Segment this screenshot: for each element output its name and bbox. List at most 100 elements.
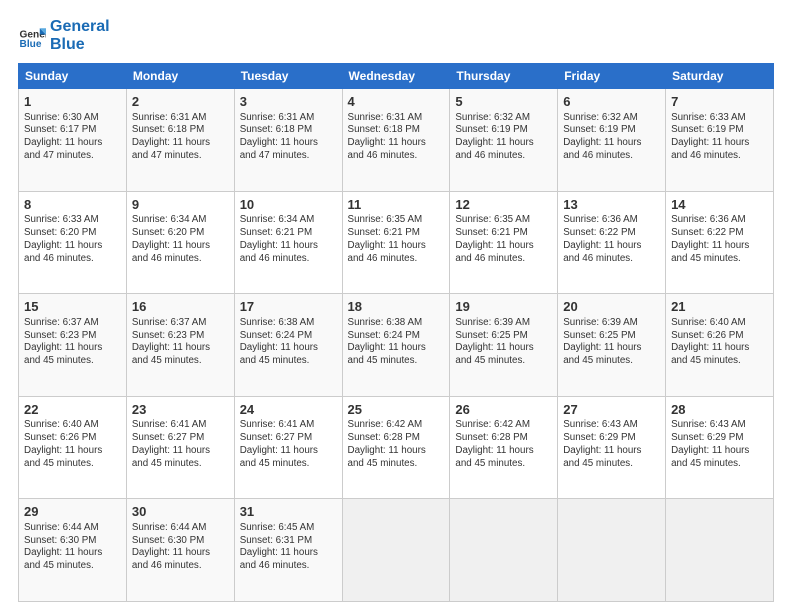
week-row-2: 8Sunrise: 6:33 AMSunset: 6:20 PMDaylight… [19,191,774,294]
day-info: Sunrise: 6:30 AMSunset: 6:17 PMDaylight:… [24,112,121,163]
header-cell-tuesday: Tuesday [234,64,342,89]
day-cell-11: 11Sunrise: 6:35 AMSunset: 6:21 PMDayligh… [342,191,450,294]
day-cell-31: 31Sunrise: 6:45 AMSunset: 6:31 PMDayligh… [234,499,342,602]
calendar-table: SundayMondayTuesdayWednesdayThursdayFrid… [18,63,774,602]
day-cell-6: 6Sunrise: 6:32 AMSunset: 6:19 PMDaylight… [558,89,666,192]
page-container: General Blue GeneralBlue SundayMondayTue… [0,0,792,612]
day-cell-2: 2Sunrise: 6:31 AMSunset: 6:18 PMDaylight… [126,89,234,192]
day-cell-26: 26Sunrise: 6:42 AMSunset: 6:28 PMDayligh… [450,396,558,499]
day-number: 28 [671,401,768,419]
calendar-header: SundayMondayTuesdayWednesdayThursdayFrid… [19,64,774,89]
day-number: 16 [132,298,229,316]
day-info: Sunrise: 6:45 AMSunset: 6:31 PMDaylight:… [240,522,337,573]
day-number: 22 [24,401,121,419]
day-cell-24: 24Sunrise: 6:41 AMSunset: 6:27 PMDayligh… [234,396,342,499]
calendar-body: 1Sunrise: 6:30 AMSunset: 6:17 PMDaylight… [19,89,774,602]
header: General Blue GeneralBlue [18,18,774,53]
empty-cell [666,499,774,602]
day-cell-15: 15Sunrise: 6:37 AMSunset: 6:23 PMDayligh… [19,294,127,397]
day-number: 1 [24,93,121,111]
day-number: 11 [348,196,445,214]
day-info: Sunrise: 6:39 AMSunset: 6:25 PMDaylight:… [455,317,552,368]
day-number: 26 [455,401,552,419]
day-info: Sunrise: 6:36 AMSunset: 6:22 PMDaylight:… [671,214,768,265]
day-info: Sunrise: 6:43 AMSunset: 6:29 PMDaylight:… [671,419,768,470]
day-cell-10: 10Sunrise: 6:34 AMSunset: 6:21 PMDayligh… [234,191,342,294]
day-cell-21: 21Sunrise: 6:40 AMSunset: 6:26 PMDayligh… [666,294,774,397]
day-number: 4 [348,93,445,111]
day-number: 29 [24,503,121,521]
day-number: 8 [24,196,121,214]
day-info: Sunrise: 6:34 AMSunset: 6:21 PMDaylight:… [240,214,337,265]
day-cell-20: 20Sunrise: 6:39 AMSunset: 6:25 PMDayligh… [558,294,666,397]
header-cell-thursday: Thursday [450,64,558,89]
day-info: Sunrise: 6:43 AMSunset: 6:29 PMDaylight:… [563,419,660,470]
day-number: 12 [455,196,552,214]
day-number: 21 [671,298,768,316]
day-cell-23: 23Sunrise: 6:41 AMSunset: 6:27 PMDayligh… [126,396,234,499]
day-cell-5: 5Sunrise: 6:32 AMSunset: 6:19 PMDaylight… [450,89,558,192]
logo-text: GeneralBlue [50,18,110,53]
header-cell-saturday: Saturday [666,64,774,89]
week-row-4: 22Sunrise: 6:40 AMSunset: 6:26 PMDayligh… [19,396,774,499]
header-cell-monday: Monday [126,64,234,89]
logo: General Blue GeneralBlue [18,18,110,53]
day-number: 13 [563,196,660,214]
day-number: 31 [240,503,337,521]
day-number: 24 [240,401,337,419]
empty-cell [558,499,666,602]
day-info: Sunrise: 6:31 AMSunset: 6:18 PMDaylight:… [240,112,337,163]
day-info: Sunrise: 6:36 AMSunset: 6:22 PMDaylight:… [563,214,660,265]
day-info: Sunrise: 6:35 AMSunset: 6:21 PMDaylight:… [455,214,552,265]
day-cell-30: 30Sunrise: 6:44 AMSunset: 6:30 PMDayligh… [126,499,234,602]
day-info: Sunrise: 6:33 AMSunset: 6:20 PMDaylight:… [24,214,121,265]
header-cell-sunday: Sunday [19,64,127,89]
day-cell-8: 8Sunrise: 6:33 AMSunset: 6:20 PMDaylight… [19,191,127,294]
day-info: Sunrise: 6:42 AMSunset: 6:28 PMDaylight:… [455,419,552,470]
day-info: Sunrise: 6:42 AMSunset: 6:28 PMDaylight:… [348,419,445,470]
day-cell-14: 14Sunrise: 6:36 AMSunset: 6:22 PMDayligh… [666,191,774,294]
day-info: Sunrise: 6:33 AMSunset: 6:19 PMDaylight:… [671,112,768,163]
day-cell-3: 3Sunrise: 6:31 AMSunset: 6:18 PMDaylight… [234,89,342,192]
day-info: Sunrise: 6:44 AMSunset: 6:30 PMDaylight:… [24,522,121,573]
day-cell-13: 13Sunrise: 6:36 AMSunset: 6:22 PMDayligh… [558,191,666,294]
day-number: 3 [240,93,337,111]
logo-icon: General Blue [18,22,46,50]
day-number: 23 [132,401,229,419]
empty-cell [450,499,558,602]
header-cell-friday: Friday [558,64,666,89]
svg-text:Blue: Blue [20,38,42,49]
day-number: 17 [240,298,337,316]
header-row: SundayMondayTuesdayWednesdayThursdayFrid… [19,64,774,89]
day-number: 18 [348,298,445,316]
day-number: 25 [348,401,445,419]
day-number: 9 [132,196,229,214]
day-info: Sunrise: 6:41 AMSunset: 6:27 PMDaylight:… [132,419,229,470]
day-info: Sunrise: 6:34 AMSunset: 6:20 PMDaylight:… [132,214,229,265]
day-number: 5 [455,93,552,111]
header-cell-wednesday: Wednesday [342,64,450,89]
day-cell-17: 17Sunrise: 6:38 AMSunset: 6:24 PMDayligh… [234,294,342,397]
week-row-3: 15Sunrise: 6:37 AMSunset: 6:23 PMDayligh… [19,294,774,397]
day-info: Sunrise: 6:35 AMSunset: 6:21 PMDaylight:… [348,214,445,265]
day-cell-12: 12Sunrise: 6:35 AMSunset: 6:21 PMDayligh… [450,191,558,294]
day-info: Sunrise: 6:40 AMSunset: 6:26 PMDaylight:… [24,419,121,470]
day-number: 20 [563,298,660,316]
day-info: Sunrise: 6:31 AMSunset: 6:18 PMDaylight:… [132,112,229,163]
day-info: Sunrise: 6:40 AMSunset: 6:26 PMDaylight:… [671,317,768,368]
day-number: 7 [671,93,768,111]
day-info: Sunrise: 6:37 AMSunset: 6:23 PMDaylight:… [132,317,229,368]
day-cell-19: 19Sunrise: 6:39 AMSunset: 6:25 PMDayligh… [450,294,558,397]
day-number: 30 [132,503,229,521]
day-cell-28: 28Sunrise: 6:43 AMSunset: 6:29 PMDayligh… [666,396,774,499]
day-info: Sunrise: 6:37 AMSunset: 6:23 PMDaylight:… [24,317,121,368]
day-number: 27 [563,401,660,419]
day-number: 6 [563,93,660,111]
day-number: 14 [671,196,768,214]
day-cell-18: 18Sunrise: 6:38 AMSunset: 6:24 PMDayligh… [342,294,450,397]
day-info: Sunrise: 6:44 AMSunset: 6:30 PMDaylight:… [132,522,229,573]
day-info: Sunrise: 6:38 AMSunset: 6:24 PMDaylight:… [240,317,337,368]
day-cell-4: 4Sunrise: 6:31 AMSunset: 6:18 PMDaylight… [342,89,450,192]
day-cell-25: 25Sunrise: 6:42 AMSunset: 6:28 PMDayligh… [342,396,450,499]
day-cell-16: 16Sunrise: 6:37 AMSunset: 6:23 PMDayligh… [126,294,234,397]
